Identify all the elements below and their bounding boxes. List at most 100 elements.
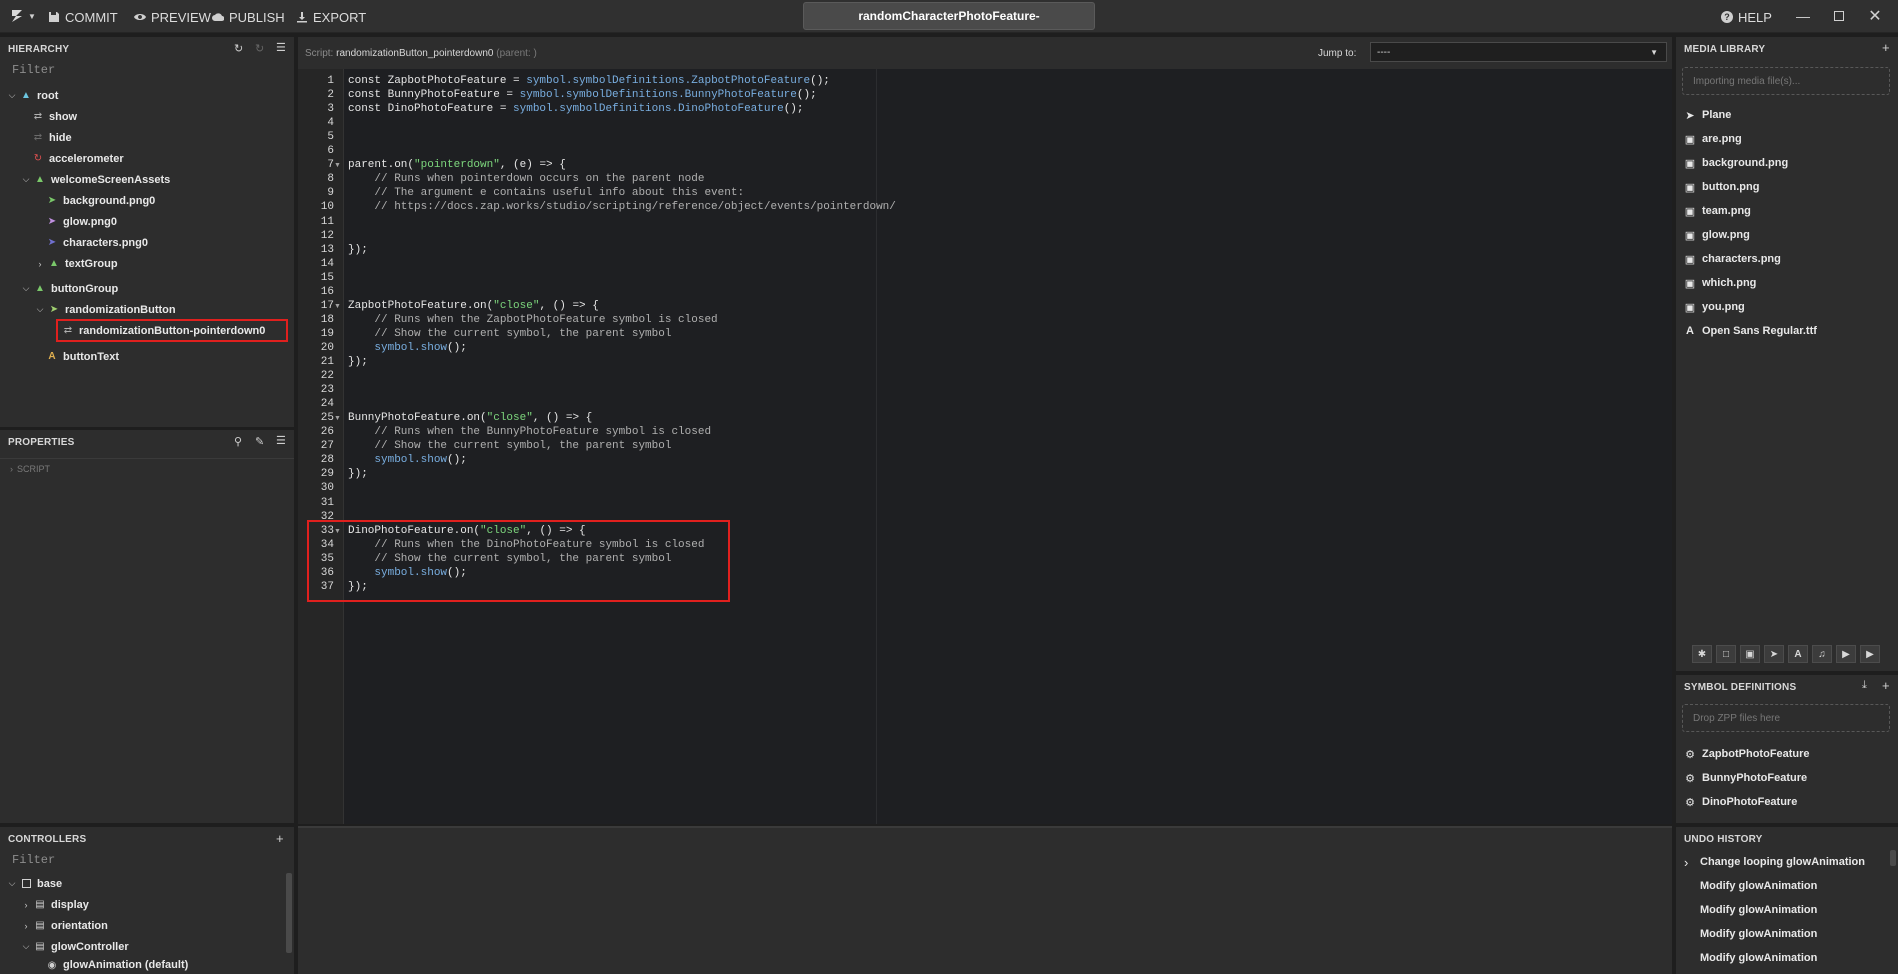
- tree-item-glow[interactable]: ➤ glow.png0: [46, 211, 117, 232]
- export-label: EXPORT: [313, 9, 367, 25]
- commit-label: COMMIT: [65, 9, 118, 25]
- tree-item-hide[interactable]: ⇄ hide: [32, 127, 72, 148]
- code-line: // Runs when the ZapbotPhotoFeature symb…: [348, 313, 718, 326]
- media-item[interactable]: ▣ glow.png: [1684, 225, 1750, 245]
- media-item[interactable]: ➤ Plane: [1684, 105, 1731, 125]
- media-item[interactable]: ▣ are.png: [1684, 129, 1742, 149]
- controller-orientation[interactable]: › ▤ orientation: [20, 915, 108, 936]
- add-icon[interactable]: +: [1882, 40, 1890, 55]
- chevron-down-icon[interactable]: ⌵: [6, 878, 18, 889]
- media-item[interactable]: ▣ background.png: [1684, 153, 1788, 173]
- image-icon: ▣: [1684, 301, 1696, 314]
- minimize-button[interactable]: —: [1792, 6, 1814, 26]
- fold-arrow-icon[interactable]: ▼: [334, 162, 341, 169]
- undo-history-item[interactable]: Modify glowAnimation: [1684, 924, 1817, 944]
- media-item[interactable]: ▣ which.png: [1684, 273, 1757, 293]
- export-button[interactable]: EXPORT: [296, 8, 366, 26]
- line-number: 15: [320, 271, 334, 284]
- symbol-definition-item[interactable]: ⚙ BunnyPhotoFeature: [1684, 768, 1807, 788]
- menu-icon[interactable]: ☰: [276, 434, 286, 447]
- tree-item-buttongroup[interactable]: ⌵ ▲ buttonGroup: [20, 278, 119, 299]
- publish-button[interactable]: PUBLISH: [212, 8, 285, 26]
- media-item[interactable]: A Open Sans Regular.ttf: [1684, 321, 1817, 341]
- scrollbar[interactable]: [286, 873, 292, 953]
- help-button[interactable]: ? HELP: [1721, 8, 1772, 26]
- tree-item-background[interactable]: ➤ background.png0: [46, 190, 155, 211]
- edit-icon[interactable]: ✎: [255, 435, 264, 448]
- tree-item-label: buttonText: [63, 350, 120, 363]
- media-item[interactable]: ▣ button.png: [1684, 177, 1760, 197]
- controller-glowanimation[interactable]: ◉ glowAnimation (default): [46, 959, 189, 971]
- chevron-down-icon[interactable]: ⌵: [34, 304, 46, 315]
- hierarchy-filter-input[interactable]: Filter: [4, 61, 294, 79]
- undo-history-label: Modify glowAnimation: [1700, 928, 1818, 940]
- file-icon[interactable]: □: [1716, 645, 1736, 663]
- tree-item-buttontext[interactable]: AbuttonText: [46, 346, 119, 367]
- jump-to-select[interactable]: ---- ▼: [1370, 42, 1667, 62]
- gear-icon[interactable]: ✱: [1692, 645, 1712, 663]
- tree-item-accelerometer[interactable]: ↻ accelerometer: [32, 148, 124, 169]
- chevron-down-icon[interactable]: ⌵: [6, 90, 18, 101]
- chevron-down-icon[interactable]: ⌵: [20, 941, 32, 952]
- script-section[interactable]: › SCRIPT: [0, 459, 294, 479]
- group-icon: ▲: [35, 174, 45, 185]
- tree-item-randomizationbutton[interactable]: ⌵ ➤ randomizationButton: [34, 299, 176, 320]
- symbol-dropzone[interactable]: Drop ZPP files here: [1682, 704, 1890, 732]
- video-icon[interactable]: ▶: [1860, 645, 1880, 663]
- chevron-down-icon[interactable]: ⌵: [20, 174, 32, 185]
- controller-label: glowAnimation (default): [63, 959, 189, 971]
- chevron-right-icon[interactable]: ›: [20, 900, 32, 910]
- commit-button[interactable]: COMMIT: [48, 8, 118, 26]
- tree-item-label: randomizationButton: [65, 303, 176, 316]
- undo-history-item[interactable]: Modify glowAnimation: [1684, 948, 1817, 968]
- tree-item-root[interactable]: ⌵ ▲ root: [6, 85, 59, 106]
- tree-item-characters[interactable]: ➤ characters.png0: [46, 232, 148, 253]
- media-item[interactable]: ▣ characters.png: [1684, 249, 1781, 269]
- controller-display[interactable]: › ▤ display: [20, 894, 89, 915]
- tree-item-textgroup[interactable]: › ▲ textGroup: [34, 253, 118, 274]
- media-item[interactable]: ▣ team.png: [1684, 201, 1751, 221]
- chevron-down-icon[interactable]: ⌵: [20, 283, 32, 294]
- fold-arrow-icon[interactable]: ▼: [334, 415, 341, 422]
- font-icon[interactable]: A: [1788, 645, 1808, 663]
- help-label: HELP: [1738, 9, 1772, 25]
- symbol-definition-item[interactable]: ⚙ ZapbotPhotoFeature: [1684, 744, 1810, 764]
- cloud-upload-icon: [212, 13, 224, 21]
- add-icon[interactable]: +: [1882, 678, 1890, 693]
- video-icon[interactable]: ▶: [1836, 645, 1856, 663]
- undo-history-item[interactable]: › Change looping glowAnimation: [1684, 852, 1865, 872]
- tree-item-show[interactable]: ⇄ show: [32, 106, 77, 127]
- redo-icon[interactable]: ↻: [255, 42, 264, 55]
- download-icon[interactable]: ⤓: [1862, 679, 1867, 692]
- controllers-filter-input[interactable]: Filter: [4, 851, 294, 869]
- add-icon[interactable]: +: [276, 831, 284, 846]
- controller-glowcontroller[interactable]: ⌵ ▤ glowController: [20, 936, 129, 957]
- tree-item-welcomescreenassets[interactable]: ⌵ ▲ welcomeScreenAssets: [20, 169, 171, 190]
- preview-button[interactable]: PREVIEW: [134, 8, 211, 26]
- scrollbar[interactable]: [1890, 850, 1896, 866]
- media-dropzone[interactable]: Importing media file(s)...: [1682, 67, 1890, 95]
- tree-item-label: accelerometer: [49, 152, 124, 165]
- symbol-definition-item[interactable]: ⚙ DinoPhotoFeature: [1684, 792, 1797, 812]
- search-icon[interactable]: ⚲: [234, 435, 242, 448]
- controller-base[interactable]: ⌵ base: [6, 873, 63, 894]
- app-menu-button[interactable]: ▼: [10, 8, 36, 24]
- chevron-right-icon[interactable]: ›: [34, 259, 46, 269]
- maximize-button[interactable]: [1828, 6, 1850, 26]
- fold-arrow-icon[interactable]: ▼: [334, 303, 341, 310]
- close-button[interactable]: ✕: [1864, 6, 1886, 26]
- undo-history-item[interactable]: Modify glowAnimation: [1684, 876, 1817, 896]
- refresh-icon[interactable]: ↻: [234, 42, 243, 55]
- audio-icon[interactable]: ♫: [1812, 645, 1832, 663]
- media-item-label: background.png: [1702, 157, 1789, 169]
- shuffle-icon: ⇄: [33, 111, 43, 122]
- plane-icon[interactable]: ➤: [1764, 645, 1784, 663]
- undo-history-item[interactable]: Modify glowAnimation: [1684, 900, 1817, 920]
- menu-icon[interactable]: ☰: [276, 41, 286, 54]
- layers-icon: ▤: [35, 941, 45, 952]
- image-icon[interactable]: ▣: [1740, 645, 1760, 663]
- project-title[interactable]: randomCharacterPhotoFeature-: [803, 2, 1095, 30]
- line-number: 8: [327, 173, 334, 186]
- media-item[interactable]: ▣ you.png: [1684, 297, 1745, 317]
- chevron-right-icon[interactable]: ›: [20, 921, 32, 931]
